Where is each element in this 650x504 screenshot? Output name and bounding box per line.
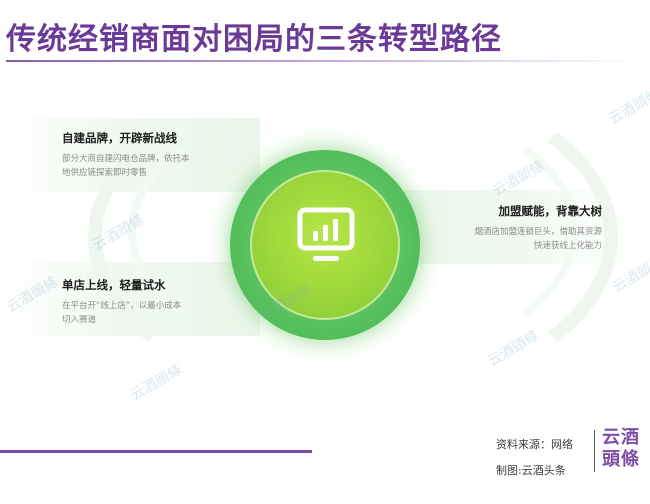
path-description-line: 烟酒店加盟连锁巨头，借助其资源 xyxy=(474,227,602,237)
watermark: 云酒頭條 xyxy=(606,85,650,128)
path-description: 部分大商自建闪电仓品牌，依托本 地供应链探索即时零售 xyxy=(62,152,190,180)
source-text: 资料来源：网络 xyxy=(496,438,573,451)
page-title: 传统经销商面对困局的三条转型路径 xyxy=(6,22,502,57)
path-heading: 自建品牌，开辟新战线 xyxy=(62,131,177,145)
path-franchise: 加盟赋能，背靠大树 烟酒店加盟连锁巨头，借助其资源 快速获线上化能力 xyxy=(474,203,602,253)
made-by-text: 制图:云酒头条 xyxy=(496,464,566,477)
path-heading: 单店上线，轻量试水 xyxy=(62,278,166,292)
path-self-brand: 自建品牌，开辟新战线 部分大商自建闪电仓品牌，依托本 地供应链探索即时零售 xyxy=(62,130,190,180)
path-description: 烟酒店加盟连锁巨头，借助其资源 快速获线上化能力 xyxy=(474,225,602,253)
path-description-line: 切入赛道 xyxy=(62,315,97,325)
path-description-line: 在平台开“线上店”，以最小成本 xyxy=(62,301,182,311)
watermark: 云酒頭條 xyxy=(128,361,185,404)
brand-logo: 云酒 頭條 xyxy=(602,427,640,471)
logo-line: 頭條 xyxy=(602,449,640,470)
path-description-line: 部分大商自建闪电仓品牌，依托本 xyxy=(62,154,190,164)
logo-divider xyxy=(594,430,595,472)
path-description-line: 快速获线上化能力 xyxy=(533,241,602,251)
footer-divider xyxy=(0,450,312,453)
monitor-chart-icon xyxy=(297,207,355,267)
path-description: 在平台开“线上店”，以最小成本 切入赛道 xyxy=(62,299,181,327)
footer-credits: 资料来源：网络 制图:云酒头条 xyxy=(496,432,573,484)
path-heading: 加盟赋能，背靠大树 xyxy=(498,204,603,218)
path-single-store: 单店上线，轻量试水 在平台开“线上店”，以最小成本 切入赛道 xyxy=(62,277,181,327)
title-divider xyxy=(6,60,646,62)
logo-line: 云酒 xyxy=(602,427,640,448)
path-description-line: 地供应链探索即时零售 xyxy=(62,168,148,178)
